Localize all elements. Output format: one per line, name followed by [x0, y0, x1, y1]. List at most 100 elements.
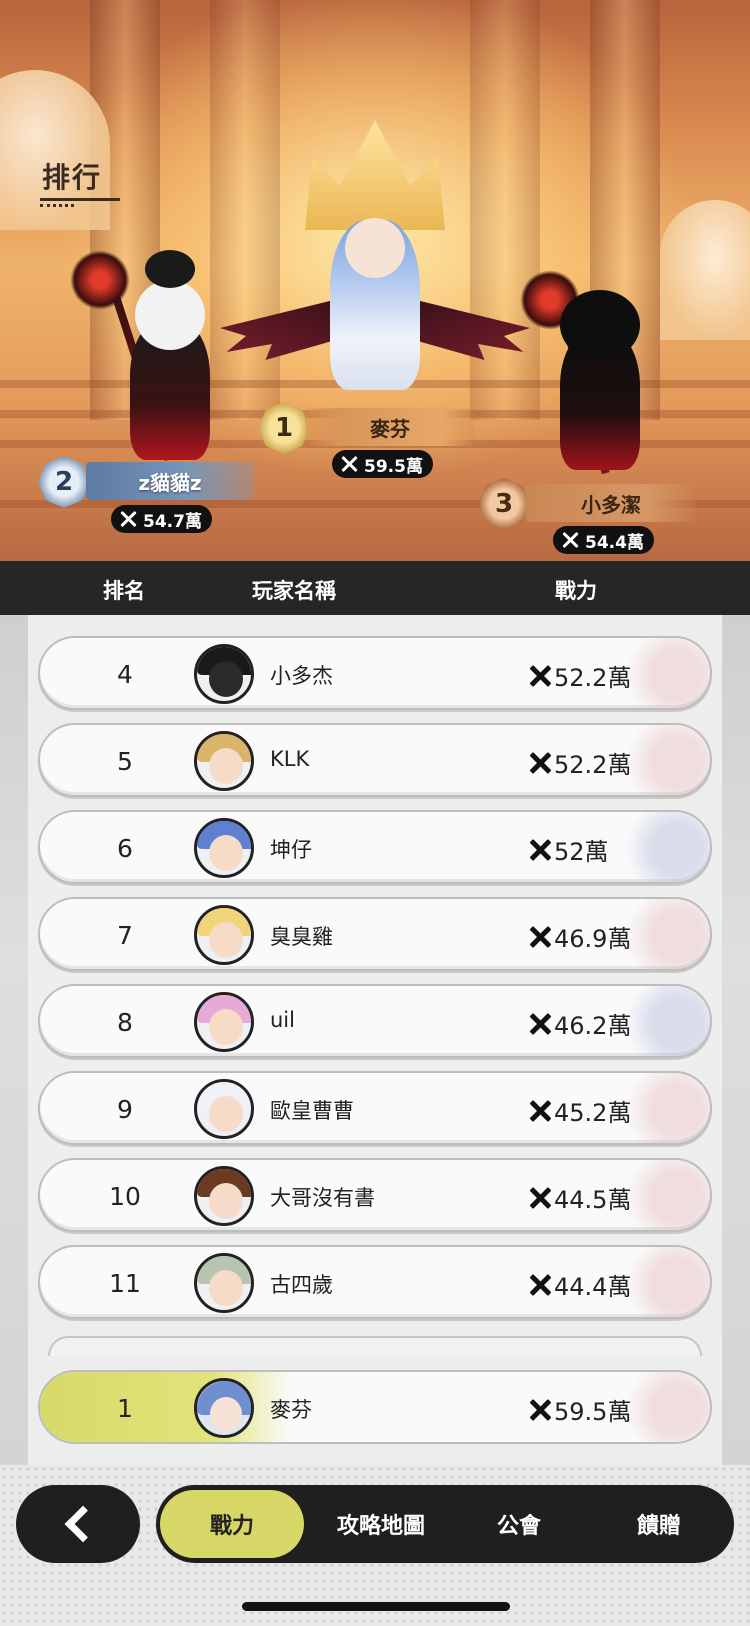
title-dots [40, 204, 74, 207]
my-avatar [194, 1378, 254, 1438]
player-power: 45.2萬 [528, 1093, 631, 1128]
rank-number: 7 [117, 921, 133, 950]
table-row[interactable]: 9 歐皇曹曹 45.2萬 [38, 1071, 712, 1145]
table-row[interactable]: 11 古四歲 44.4萬 [38, 1245, 712, 1319]
player-name: 臭臭雞 [270, 925, 333, 949]
crossed-swords-icon [119, 510, 137, 528]
row-decoration [600, 812, 710, 882]
cat-on-head [145, 250, 195, 288]
home-indicator [242, 1602, 510, 1611]
character-head [135, 280, 205, 350]
player-name: 小多杰 [270, 664, 333, 688]
character-head [560, 290, 640, 360]
rank-2-power: 54.7萬 [111, 505, 212, 533]
table-row[interactable]: 8 uil 46.2萬 [38, 984, 712, 1058]
rank-number: 9 [117, 1095, 133, 1124]
next-row-peek [48, 1336, 702, 1356]
crossed-swords-icon [528, 1273, 552, 1297]
bottom-navigation: 戰力 攻略地圖 公會 饋贈 [0, 1465, 750, 1626]
column-header-player: 玩家名稱 [252, 579, 336, 603]
crossed-swords-icon [528, 664, 552, 688]
crossed-swords-icon [528, 1012, 552, 1036]
player-name: uil [270, 1008, 295, 1032]
avatar-face [209, 1270, 243, 1306]
player-power: 46.9萬 [528, 919, 631, 954]
table-row[interactable]: 4 小多杰 52.2萬 [38, 636, 712, 710]
crossed-swords-icon [528, 838, 552, 862]
crossed-swords-icon [340, 455, 358, 473]
rank-1-power: 59.5萬 [332, 450, 433, 478]
player-name: 歐皇曹曹 [270, 1099, 354, 1123]
rank-3-power: 54.4萬 [553, 526, 654, 554]
staff-gem [70, 250, 130, 310]
player-power: 44.4萬 [528, 1267, 631, 1302]
table-row[interactable]: 5 KLK 52.2萬 [38, 723, 712, 797]
rank-3-character[interactable] [500, 270, 680, 480]
my-power: 59.5萬 [528, 1392, 631, 1427]
player-avatar[interactable] [194, 992, 254, 1052]
player-avatar[interactable] [194, 818, 254, 878]
crossed-swords-icon [528, 1398, 552, 1422]
player-power: 44.5萬 [528, 1180, 631, 1215]
player-avatar[interactable] [194, 1253, 254, 1313]
player-avatar[interactable] [194, 1166, 254, 1226]
tab-bar: 戰力 攻略地圖 公會 饋贈 [156, 1485, 734, 1563]
crossed-swords-icon [528, 1099, 552, 1123]
table-row[interactable]: 7 臭臭雞 46.9萬 [38, 897, 712, 971]
table-row[interactable]: 6 坤仔 52萬 [38, 810, 712, 884]
tab-guild[interactable]: 公會 [454, 1490, 584, 1558]
rank-1-character[interactable] [220, 200, 530, 400]
table-row[interactable]: 10 大哥沒有書 44.5萬 [38, 1158, 712, 1232]
crossed-swords-icon [528, 1186, 552, 1210]
player-name: KLK [270, 747, 310, 771]
rank-2-character[interactable] [60, 250, 240, 461]
avatar-face [209, 748, 243, 784]
rank-number: 5 [117, 747, 133, 776]
rank-number: 4 [117, 660, 133, 689]
page-title: 排行 [42, 161, 103, 194]
avatar-face [209, 661, 243, 697]
tab-gifts[interactable]: 饋贈 [594, 1490, 724, 1558]
avatar-face [209, 1009, 243, 1045]
chevron-left-icon [64, 1505, 102, 1543]
rank-3-medal: 3 [478, 478, 530, 530]
player-avatar[interactable] [194, 1079, 254, 1139]
crossed-swords-icon [528, 751, 552, 775]
rank-number: 10 [109, 1182, 141, 1211]
player-avatar[interactable] [194, 731, 254, 791]
avatar-face [209, 835, 243, 871]
character-face [345, 218, 405, 278]
title-underline [40, 198, 120, 201]
my-ranking-row[interactable]: 1 麥芬 59.5萬 [38, 1370, 712, 1444]
avatar-face [209, 1096, 243, 1132]
ranking-table-header: 排名 玩家名稱 戰力 [0, 561, 750, 615]
rank-number: 8 [117, 1008, 133, 1037]
podium-stage: 排行 1 麥芬 59.5萬 2 z貓貓z 54.7萬 3 小多潔 54.4萬 [0, 0, 750, 561]
avatar-face [209, 922, 243, 958]
column-header-rank: 排名 [103, 579, 145, 603]
rank-number: 11 [109, 1269, 141, 1298]
player-avatar[interactable] [194, 905, 254, 965]
player-name: 坤仔 [270, 838, 312, 862]
player-power: 46.2萬 [528, 1006, 631, 1041]
player-name: 古四歲 [270, 1273, 333, 1297]
player-power: 52.2萬 [528, 745, 631, 780]
tab-strategy-map[interactable]: 攻略地圖 [316, 1490, 446, 1558]
my-player-name: 麥芬 [270, 1398, 312, 1422]
rank-number: 6 [117, 834, 133, 863]
tab-power[interactable]: 戰力 [160, 1490, 304, 1558]
back-button[interactable] [16, 1485, 140, 1563]
player-name: 大哥沒有書 [270, 1186, 375, 1210]
player-power: 52.2萬 [528, 658, 631, 693]
crossed-swords-icon [528, 925, 552, 949]
avatar-face [209, 1183, 243, 1219]
player-power: 52萬 [528, 832, 609, 867]
column-header-power: 戰力 [555, 579, 597, 603]
rank-3-name: 小多潔 [526, 484, 696, 522]
rank-2-name: z貓貓z [86, 462, 254, 500]
crossed-swords-icon [561, 531, 579, 549]
player-avatar[interactable] [194, 644, 254, 704]
avatar-face [210, 1397, 242, 1431]
my-rank-number: 1 [117, 1394, 133, 1423]
rank-1-name: 麥芬 [305, 408, 475, 446]
